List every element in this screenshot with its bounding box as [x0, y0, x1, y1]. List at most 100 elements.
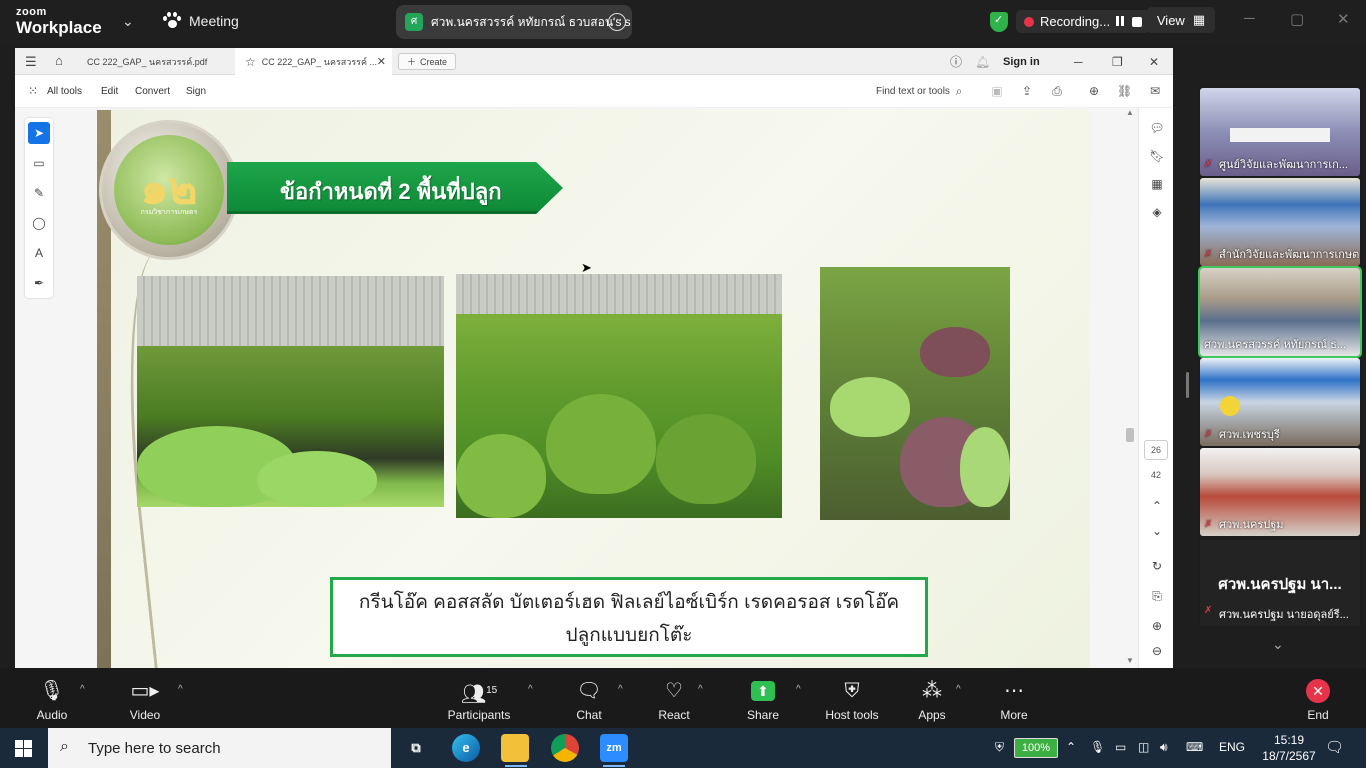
security-tray-icon[interactable]: ⛨: [995, 740, 1004, 755]
text-box-icon[interactable]: A: [28, 242, 50, 264]
video-tile[interactable]: ✗ ศวพ.นครปฐม: [1200, 448, 1360, 536]
menu-sign[interactable]: Sign: [186, 86, 206, 97]
close-icon[interactable]: ✕: [1149, 48, 1159, 75]
all-tools-grid-icon[interactable]: ⁙: [28, 84, 38, 98]
close-tab-icon[interactable]: ✕: [377, 55, 386, 68]
previous-page-icon[interactable]: ⌃: [1149, 498, 1165, 514]
windows-start-icon[interactable]: [15, 740, 32, 757]
video-button[interactable]: ▭▸ Video: [127, 678, 163, 722]
video-tile[interactable]: ✗ ศวพ.เพชรบุรี: [1200, 358, 1360, 446]
next-page-icon[interactable]: ⌄: [1149, 523, 1165, 539]
react-button[interactable]: ♡ React: [656, 678, 692, 722]
home-icon[interactable]: ⌂: [55, 53, 63, 68]
name-only-tile[interactable]: ศวพ.นครปฐม นา... ✗ ศวพ.นครปฐม นายอดุลย์ร…: [1200, 540, 1360, 626]
video-tile[interactable]: ✗ สำนักวิจัยและพัฒนาการเกษต...: [1200, 178, 1360, 266]
microphone-tray-icon[interactable]: 🎙︎: [1090, 740, 1105, 754]
pause-recording-button[interactable]: [1116, 14, 1126, 29]
stop-recording-button[interactable]: [1132, 16, 1143, 27]
gallery-scroll-down-icon[interactable]: ⌄: [1272, 636, 1284, 653]
volume-icon[interactable]: 🔊︎: [1160, 740, 1168, 755]
bell-icon[interactable]: 🔔︎: [975, 48, 990, 75]
scroll-up-icon[interactable]: ▲: [1126, 108, 1134, 117]
encryption-shield-icon[interactable]: [990, 11, 1008, 32]
refresh-icon[interactable]: ↻: [1149, 558, 1165, 574]
more-options-icon[interactable]: ···: [608, 13, 626, 31]
share-user-icon[interactable]: ⊕: [1087, 84, 1101, 98]
tab-document-2[interactable]: ☆ CC 222_GAP_ นครสวรรค์ ... ✕: [235, 48, 392, 75]
zoom-in-icon[interactable]: ⊕: [1149, 618, 1165, 634]
star-icon[interactable]: ☆: [245, 55, 256, 69]
chat-caret-icon[interactable]: ^: [618, 684, 623, 695]
video-options-caret-icon[interactable]: ^: [178, 684, 183, 695]
menu-edit[interactable]: Edit: [101, 86, 118, 97]
system-clock[interactable]: 15:19 18/7/2567: [1262, 732, 1316, 764]
sign-in-button[interactable]: Sign in: [1003, 48, 1040, 75]
menu-all-tools[interactable]: All tools: [47, 86, 82, 97]
power-tray-icon[interactable]: ▭: [1115, 740, 1126, 754]
menu-icon[interactable]: ☰: [25, 54, 37, 70]
close-window-icon[interactable]: ✕: [1337, 10, 1350, 28]
gallery-resize-handle[interactable]: [1186, 372, 1189, 398]
view-button[interactable]: View ▦: [1147, 7, 1215, 33]
chevron-down-icon[interactable]: ⌄: [122, 13, 134, 30]
share-button[interactable]: ⬆ Share: [745, 678, 781, 722]
page-fit-icon[interactable]: ⎘: [1149, 588, 1165, 604]
thumbnails-icon[interactable]: ▦: [1149, 176, 1165, 192]
maximize-window-icon[interactable]: ▢: [1290, 10, 1304, 28]
current-page-field[interactable]: 26: [1144, 440, 1168, 460]
minimize-icon[interactable]: ─: [1074, 48, 1083, 75]
video-tile[interactable]: ✗ ศูนย์วิจัยและพัฒนาการเก...: [1200, 88, 1360, 176]
react-caret-icon[interactable]: ^: [698, 684, 703, 695]
zoom-out-icon[interactable]: ⊖: [1149, 643, 1165, 659]
meeting-info-button[interactable]: Meeting: [163, 12, 239, 30]
participants-caret-icon[interactable]: ^: [528, 684, 533, 695]
bookmark-icon[interactable]: 🔖︎: [1149, 148, 1165, 164]
create-tab-button[interactable]: ＋ Create: [398, 53, 457, 70]
save-icon[interactable]: ▣: [990, 84, 1004, 98]
select-cursor-icon[interactable]: ➤: [28, 122, 50, 144]
print-icon[interactable]: ⎙: [1050, 84, 1064, 98]
chat-button[interactable]: 🗨︎ Chat: [574, 678, 604, 722]
video-tile-active-speaker[interactable]: ศวพ.นครสวรรค์ หทัยกรณ์ ธ...: [1198, 266, 1362, 358]
screen-share-banner[interactable]: ศ ศวพ.นครสวรรค์ หทัยกรณ์ ธวบสอน's s ···: [396, 5, 632, 39]
vertical-scrollbar[interactable]: ▲ ▼: [1123, 108, 1137, 668]
end-meeting-button[interactable]: ✕ End: [1300, 678, 1336, 722]
share-caret-icon[interactable]: ^: [796, 684, 801, 695]
tab-document-1[interactable]: CC 222_GAP_ นครสวรรค์.pdf: [77, 48, 235, 75]
find-text-field[interactable]: Find text or tools: [876, 86, 950, 97]
menu-convert[interactable]: Convert: [135, 86, 170, 97]
audio-button[interactable]: 🎙︎ Audio: [34, 678, 70, 722]
apps-button[interactable]: ⁂ Apps: [914, 678, 950, 722]
add-comment-icon[interactable]: ▭: [28, 152, 50, 174]
email-icon[interactable]: ✉: [1148, 84, 1162, 98]
fill-sign-icon[interactable]: ✒: [28, 272, 50, 294]
participants-button[interactable]: 👥︎15 Participants: [446, 678, 512, 722]
chrome-browser-icon[interactable]: [551, 734, 579, 762]
apps-caret-icon[interactable]: ^: [956, 684, 961, 695]
comments-icon[interactable]: 💬︎: [1149, 120, 1165, 136]
help-icon[interactable]: ⓘ: [950, 48, 962, 75]
audio-options-caret-icon[interactable]: ^: [80, 684, 85, 695]
network-icon[interactable]: ◫: [1138, 740, 1149, 754]
more-button[interactable]: ⋯ More: [996, 678, 1032, 722]
layers-icon[interactable]: ◈: [1149, 204, 1165, 220]
scrollbar-thumb[interactable]: [1126, 428, 1134, 442]
file-explorer-icon[interactable]: [501, 734, 529, 762]
taskbar-search-input[interactable]: ⌕ Type here to search: [48, 728, 391, 768]
minimize-window-icon[interactable]: ─: [1244, 10, 1255, 27]
input-language[interactable]: ENG: [1219, 740, 1245, 754]
task-view-icon[interactable]: ⧉: [402, 734, 430, 762]
upload-cloud-icon[interactable]: ⇪: [1020, 84, 1034, 98]
notification-center-icon[interactable]: 🗨︎: [1325, 738, 1344, 756]
scroll-down-icon[interactable]: ▼: [1126, 656, 1134, 665]
battery-indicator[interactable]: 100%: [1014, 738, 1058, 758]
restore-icon[interactable]: ❐: [1112, 48, 1123, 75]
host-tools-button[interactable]: ⛨ Host tools: [824, 678, 880, 722]
zoom-app-icon[interactable]: zm: [600, 734, 628, 762]
lasso-draw-icon[interactable]: ◯: [28, 212, 50, 234]
highlight-pen-icon[interactable]: ✎: [28, 182, 50, 204]
show-hidden-icons-icon[interactable]: ⌃: [1066, 740, 1076, 754]
edge-browser-icon[interactable]: e: [452, 734, 480, 762]
search-icon[interactable]: ⌕: [952, 84, 966, 98]
link-icon[interactable]: ⛓: [1117, 84, 1132, 98]
